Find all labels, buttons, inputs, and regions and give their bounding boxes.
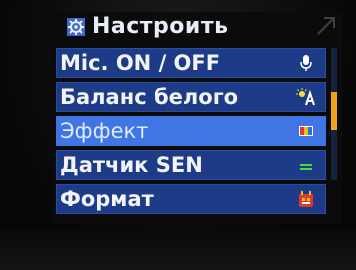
menu-scrollbar[interactable] xyxy=(331,48,337,180)
microphone-icon xyxy=(300,55,312,71)
format-icon xyxy=(299,191,313,207)
title-bar: Настроить xyxy=(52,12,342,42)
back-arrow-icon[interactable] xyxy=(314,14,338,38)
menu-item-white-balance[interactable]: Баланс белого xyxy=(56,82,326,112)
menu-item-label: Формат xyxy=(60,187,154,211)
menu-item-mic[interactable]: Mic. ON / OFF xyxy=(56,48,326,78)
sensor-icon xyxy=(300,164,312,170)
scroll-thumb[interactable] xyxy=(331,92,337,130)
gear-settings-icon xyxy=(67,18,85,36)
menu-item-label: Датчик SEN xyxy=(60,153,203,177)
white-balance-icon xyxy=(296,88,315,106)
device-bezel xyxy=(0,230,356,270)
menu-item-label: Mic. ON / OFF xyxy=(60,51,221,75)
camera-device: Настроить Mic. ON / OFF Баланс белого Эф… xyxy=(0,0,356,270)
effect-icon xyxy=(299,126,313,136)
menu-item-label: Баланс белого xyxy=(60,85,239,109)
menu-item-format[interactable]: Формат xyxy=(56,184,326,214)
menu-screen: Настроить Mic. ON / OFF Баланс белого Эф… xyxy=(52,12,342,224)
settings-menu: Mic. ON / OFF Баланс белого Эффект Датчи… xyxy=(56,48,326,218)
menu-item-sensor[interactable]: Датчик SEN xyxy=(56,150,326,180)
menu-item-effect[interactable]: Эффект xyxy=(56,116,326,146)
menu-item-label: Эффект xyxy=(60,119,149,143)
page-title: Настроить xyxy=(92,14,229,39)
